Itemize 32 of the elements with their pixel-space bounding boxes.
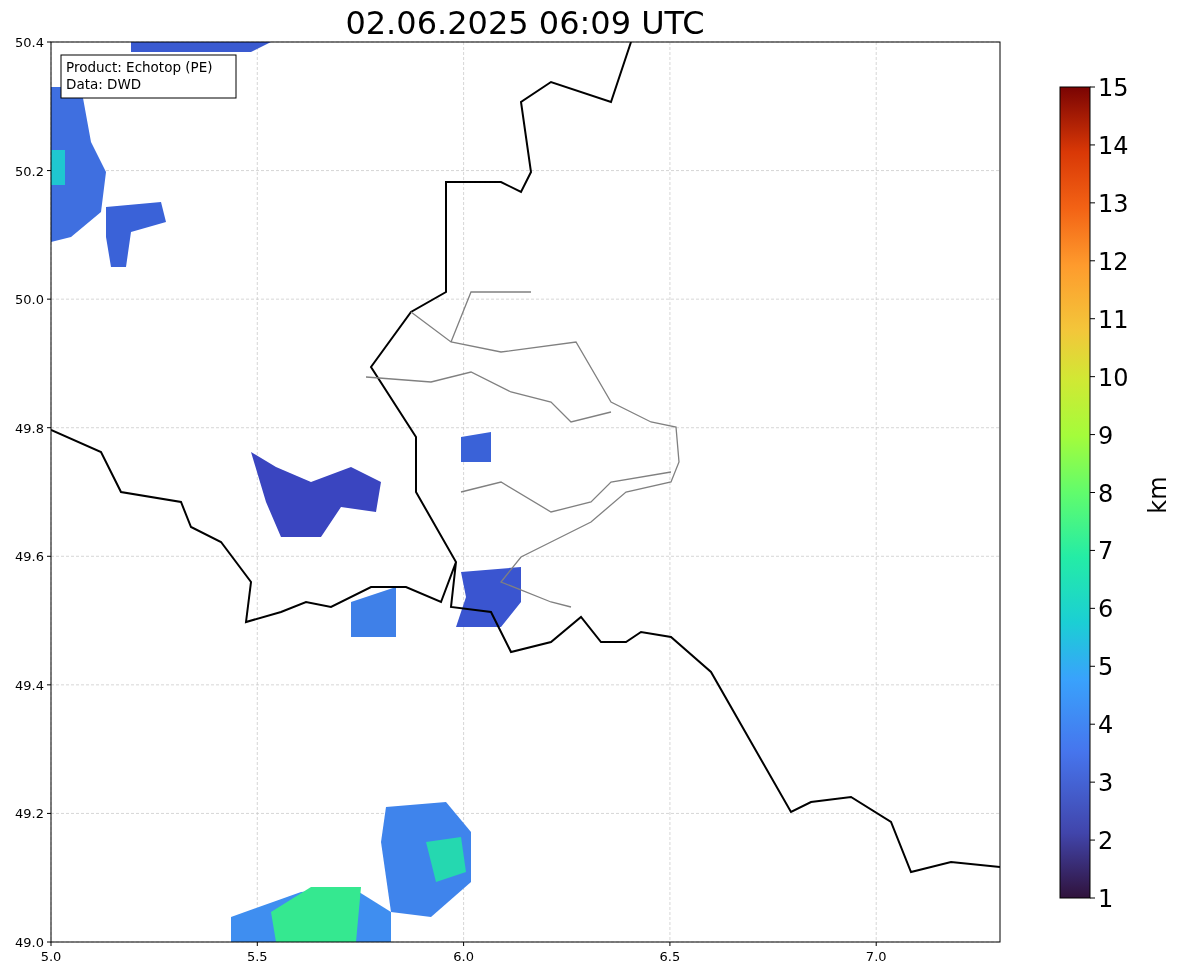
y-axis-tick-label: 49.2	[15, 806, 44, 822]
y-axis-tick-label: 49.8	[15, 420, 44, 436]
colorbar-tick-label: 3	[1098, 769, 1114, 798]
colorbar-tick-label: 14	[1098, 131, 1129, 160]
colorbar-tick-label: 10	[1098, 363, 1129, 392]
y-axis-tick-label: 50.0	[15, 292, 44, 308]
legend-text: Data: DWD	[66, 76, 142, 92]
x-axis-tick-label: 5.0	[40, 949, 62, 964]
colorbar-tick-label: 1	[1098, 885, 1114, 913]
colorbar-tick-label: 15	[1098, 74, 1129, 102]
y-axis-tick-label: 50.2	[15, 163, 44, 179]
colorbar-tick-label: 4	[1098, 711, 1114, 740]
colorbar-tick-label: 6	[1098, 595, 1114, 624]
colorbar-tick-label: 13	[1098, 189, 1129, 218]
x-axis-tick-label: 6.5	[659, 949, 681, 964]
y-axis-tick-label: 49.4	[15, 677, 44, 693]
colorbar-tick-label: 12	[1098, 247, 1129, 276]
colorbar-tick-label: 11	[1098, 305, 1129, 334]
legend-text: Product: Echotop (PE)	[66, 59, 213, 75]
x-axis-tick-label: 5.5	[246, 949, 268, 964]
colorbar-tick-label: 2	[1098, 827, 1114, 856]
colorbar-tick-label: 7	[1098, 537, 1114, 566]
x-axis-tick-label: 7.0	[865, 949, 887, 964]
colorbar-tick-label: 9	[1098, 421, 1114, 450]
y-axis-tick-label: 50.4	[15, 35, 44, 50]
chart-title: 02.06.2025 06:09 UTC	[345, 4, 705, 42]
colorbar-tick-label: 5	[1098, 653, 1114, 682]
y-axis-tick-label: 49.0	[15, 935, 44, 950]
x-axis-tick-label: 6.0	[453, 949, 474, 964]
colorbar-label: km	[1144, 476, 1172, 514]
colorbar-tick-label: 8	[1098, 479, 1114, 508]
y-axis-tick-label: 49.6	[15, 549, 44, 565]
